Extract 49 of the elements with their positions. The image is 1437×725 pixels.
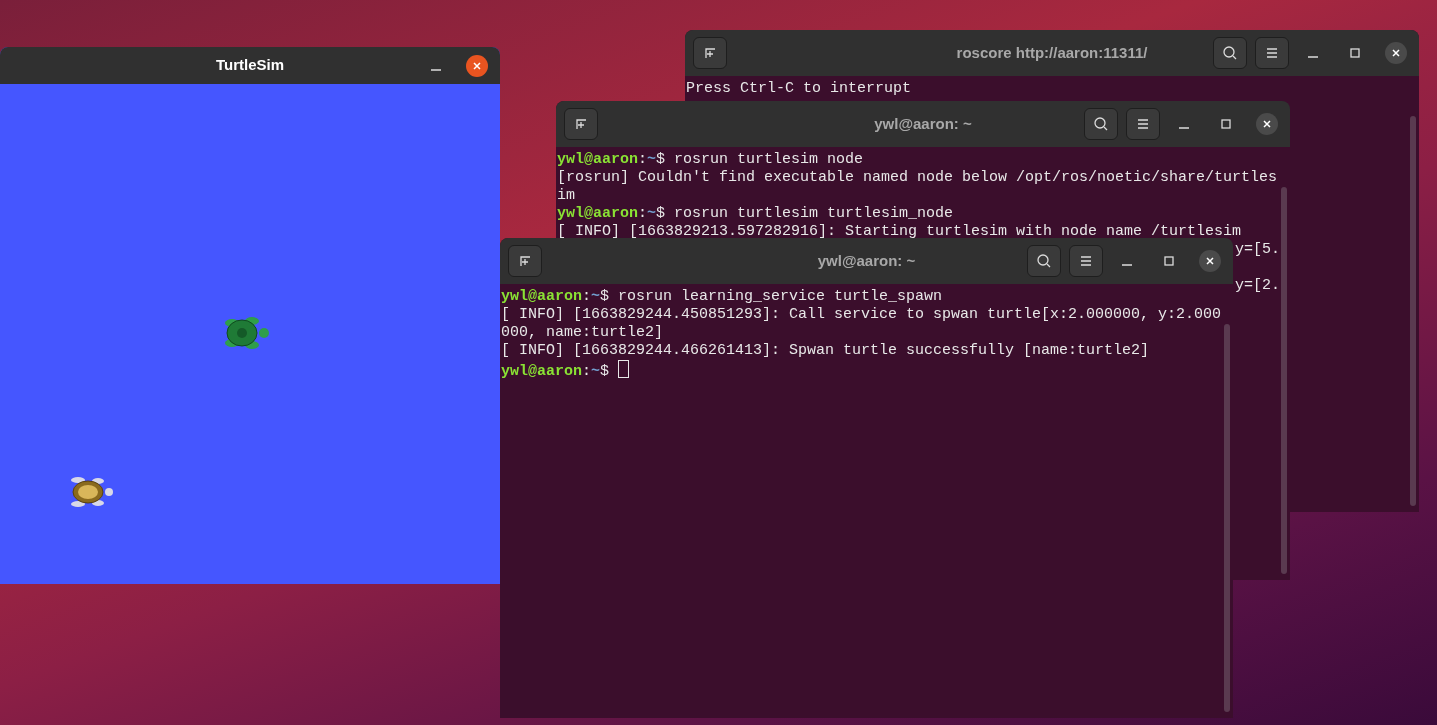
search-icon xyxy=(1222,45,1238,61)
new-tab-button[interactable] xyxy=(564,108,598,140)
close-button[interactable] xyxy=(1256,113,1278,135)
close-button[interactable] xyxy=(1385,42,1407,64)
minimize-icon xyxy=(1122,264,1132,266)
terminal-line: [ INFO] [1663829213.597282916]: Starting turtlesim with node name /turtlesim xyxy=(557,223,1243,241)
menu-icon xyxy=(1264,45,1280,61)
scrollbar[interactable] xyxy=(1410,116,1416,506)
terminal-line: ywl@aaron:~$ xyxy=(501,360,1223,381)
terminal-line: [ INFO] [1663829244.466261413]: Spwan turtle successfully [name:turtle2] xyxy=(501,342,1151,360)
maximize-icon xyxy=(1347,45,1363,61)
menu-button[interactable] xyxy=(1126,108,1160,140)
search-icon xyxy=(1093,116,1109,132)
new-tab-icon xyxy=(573,116,589,132)
maximize-icon xyxy=(1218,116,1234,132)
menu-button[interactable] xyxy=(1069,245,1103,277)
menu-button[interactable] xyxy=(1255,37,1289,69)
search-icon xyxy=(1036,253,1052,269)
new-tab-icon xyxy=(517,253,533,269)
window-title: TurtleSim xyxy=(215,55,285,76)
minimize-icon xyxy=(431,68,441,71)
search-button[interactable] xyxy=(1213,37,1247,69)
new-tab-button[interactable] xyxy=(508,245,542,277)
terminal-line: ywl@aaron:~$ rosrun turtlesim node xyxy=(557,151,865,169)
window-title: ywl@aaron: ~ xyxy=(874,113,972,134)
new-tab-button[interactable] xyxy=(693,37,727,69)
terminal-line: y=[5. xyxy=(1235,241,1280,259)
maximize-icon xyxy=(1161,253,1177,269)
menu-icon xyxy=(1078,253,1094,269)
window-title: roscore http://aaron:11311/ xyxy=(956,42,1148,63)
terminal-line: Press Ctrl-C to interrupt xyxy=(686,80,913,98)
search-button[interactable] xyxy=(1027,245,1061,277)
turtle-icon xyxy=(71,477,113,507)
menu-icon xyxy=(1135,116,1151,132)
minimize-icon xyxy=(1179,127,1189,129)
window-title: ywl@aaron: ~ xyxy=(817,250,916,271)
close-button[interactable] xyxy=(466,54,488,77)
search-button[interactable] xyxy=(1084,108,1118,140)
scrollbar[interactable] xyxy=(1224,324,1230,712)
new-tab-icon xyxy=(702,45,718,61)
minimize-icon xyxy=(1308,56,1318,58)
terminal-line: [rosrun] Couldn't find executable named node below /opt/ros/noetic/share/turtlesim xyxy=(557,169,1279,205)
terminal-line: ywl@aaron:~$ rosrun turtlesim turtlesim_node xyxy=(557,205,955,223)
close-button[interactable] xyxy=(1199,250,1221,272)
terminal-line: y=[2. xyxy=(1235,277,1280,295)
terminal-line: [ INFO] [1663829244.450851293]: Call service to spwan turtle[x:2.000000, y:2.000000, name:turtle2] xyxy=(501,306,1223,342)
terminal-line: ywl@aaron:~$ rosrun learning_service turtle_spawn xyxy=(501,288,944,306)
turtle-icon xyxy=(225,317,269,349)
scrollbar[interactable] xyxy=(1281,187,1287,574)
